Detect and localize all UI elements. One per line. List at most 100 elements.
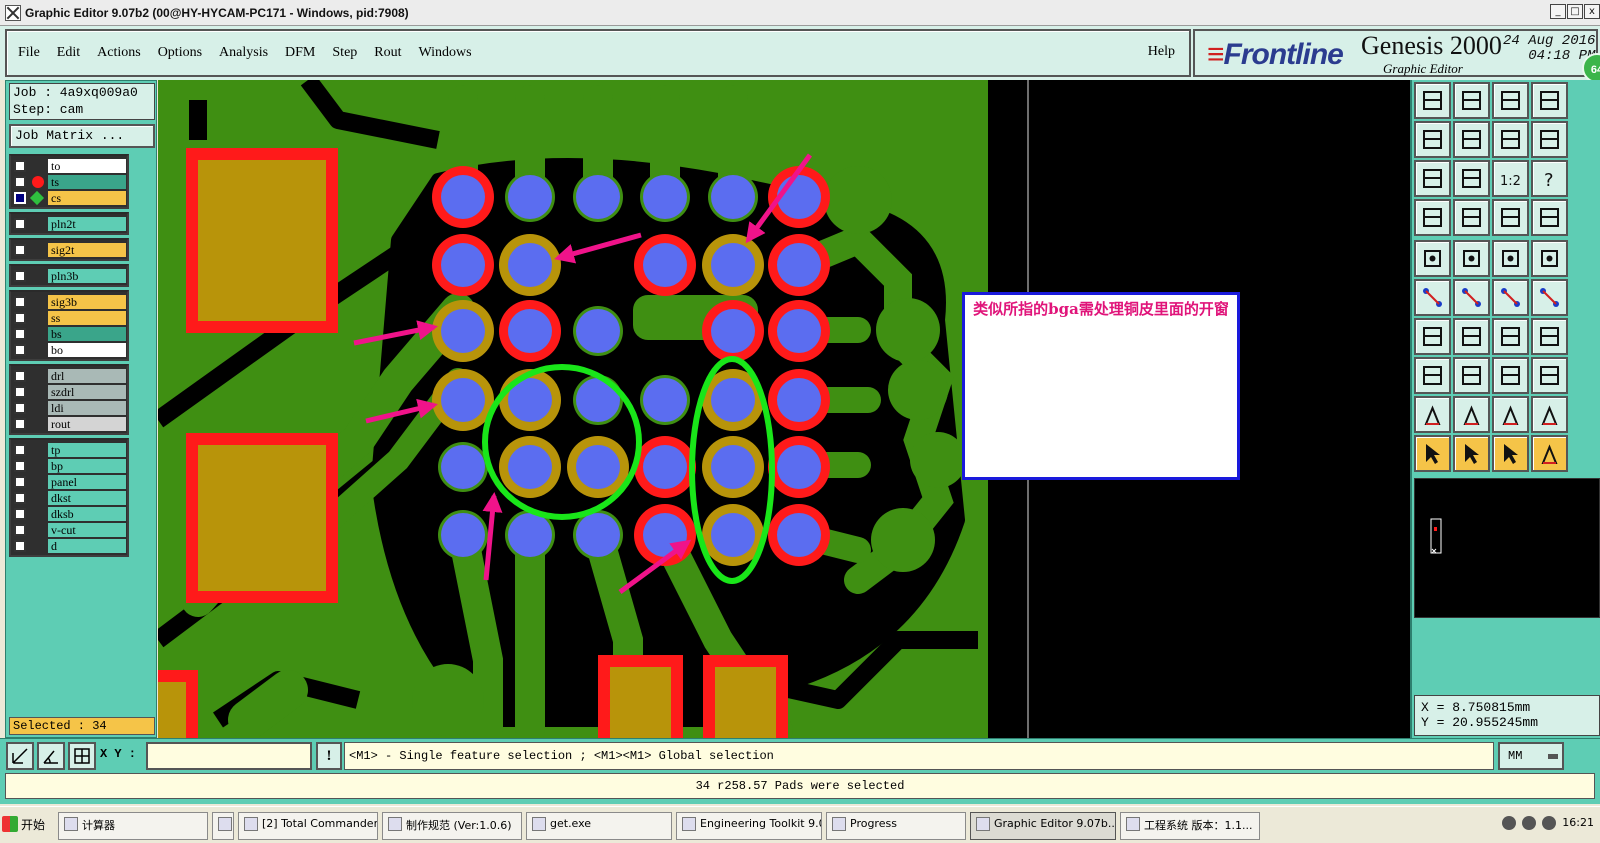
layer-name[interactable]: rout <box>48 416 126 431</box>
layer-name[interactable]: ldi <box>48 400 126 415</box>
layer-state[interactable] <box>30 217 48 231</box>
layer-checkbox[interactable] <box>14 217 26 230</box>
menu-file[interactable]: File <box>18 45 40 61</box>
taskbar-task[interactable]: Engineering Toolkit 9.0... <box>676 812 822 840</box>
layer-row-bp[interactable]: bp <box>12 458 126 473</box>
menu-rout[interactable]: Rout <box>374 45 401 61</box>
layer-state[interactable] <box>30 401 48 415</box>
line-tool-tool[interactable] <box>1492 279 1529 316</box>
panel-up-tool[interactable] <box>1414 82 1451 119</box>
close-button[interactable]: x <box>1584 4 1600 19</box>
layer-checkbox[interactable] <box>14 443 26 456</box>
layer-checkbox[interactable] <box>14 295 26 308</box>
layer-name[interactable]: v-cut <box>48 522 126 537</box>
layer-name[interactable]: sig3b <box>48 294 126 309</box>
layer-checkbox[interactable] <box>14 343 26 356</box>
taskbar-task[interactable] <box>212 812 234 840</box>
mirror-text-tool[interactable] <box>1531 318 1568 355</box>
layer-state[interactable] <box>30 159 48 173</box>
layer-name[interactable]: cs <box>48 190 126 205</box>
layer-checkbox[interactable] <box>14 523 26 536</box>
layer-row-ts[interactable]: ts <box>12 174 126 189</box>
alert-button[interactable]: ! <box>316 742 342 770</box>
layer-name[interactable]: pln3b <box>48 268 126 283</box>
layer-checkbox[interactable] <box>14 327 26 340</box>
grid-tool[interactable] <box>1453 199 1490 236</box>
layer-row-to[interactable]: to <box>12 158 126 173</box>
menu-dfm[interactable]: DFM <box>285 45 315 61</box>
panel-left-tool[interactable] <box>1414 121 1451 158</box>
layer-row-sig2t[interactable]: sig2t <box>12 242 126 257</box>
layer-row-tp[interactable]: tp <box>12 442 126 457</box>
grid-button[interactable] <box>68 742 96 770</box>
layer-state[interactable] <box>30 491 48 505</box>
layer-checkbox[interactable] <box>14 159 26 172</box>
layer-checkbox[interactable] <box>14 175 26 188</box>
layer-checkbox[interactable] <box>14 539 26 552</box>
layer-row-drl[interactable]: drl <box>12 368 126 383</box>
resize-tool[interactable] <box>1492 357 1529 394</box>
select-area-tool[interactable] <box>1453 240 1490 277</box>
layer-row-ldi[interactable]: ldi <box>12 400 126 415</box>
cross-node-tool[interactable] <box>1453 279 1490 316</box>
fill-tool[interactable] <box>1531 240 1568 277</box>
layer-name[interactable]: d <box>48 538 126 553</box>
layer-name[interactable]: pln2t <box>48 216 126 231</box>
layer-name[interactable]: ts <box>48 174 126 189</box>
node-connect-tool[interactable] <box>1414 279 1451 316</box>
tray-icon[interactable] <box>1522 816 1537 830</box>
minimize-button[interactable]: _ <box>1550 4 1566 19</box>
angle-line-tool[interactable] <box>1414 318 1451 355</box>
layer-row-panel[interactable]: panel <box>12 474 126 489</box>
layer-name[interactable]: ss <box>48 310 126 325</box>
layer-state[interactable] <box>30 295 48 309</box>
layer-state[interactable] <box>30 507 48 521</box>
layer-name[interactable]: to <box>48 158 126 173</box>
panel-right-tool[interactable] <box>1453 121 1490 158</box>
layer-row-pln3b[interactable]: pln3b <box>12 268 126 283</box>
taskbar-task[interactable]: 制作规范 (Ver:1.0.6) <box>382 812 522 840</box>
layer-state[interactable] <box>30 539 48 553</box>
triangle-red-tool[interactable] <box>1414 396 1451 433</box>
layer-row-sig3b[interactable]: sig3b <box>12 294 126 309</box>
stamp-tool[interactable] <box>1414 240 1451 277</box>
help-tool[interactable]: ? <box>1531 160 1568 197</box>
layer-name[interactable]: sig2t <box>48 242 126 257</box>
pointer-clip-tool[interactable] <box>1492 435 1529 472</box>
panel-down-tool[interactable] <box>1453 82 1490 119</box>
layer-checkbox[interactable] <box>14 491 26 504</box>
layer-state[interactable] <box>30 459 48 473</box>
taskbar-task[interactable]: 工程系统 版本：1.1... <box>1120 812 1260 840</box>
layer-state[interactable] <box>30 523 48 537</box>
angle-button[interactable] <box>37 742 65 770</box>
layer-state[interactable] <box>30 443 48 457</box>
xy-input[interactable] <box>146 742 312 770</box>
layer-name[interactable]: bo <box>48 342 126 357</box>
layer-state[interactable] <box>30 475 48 489</box>
menu-actions[interactable]: Actions <box>97 45 141 61</box>
layer-row-cs[interactable]: cs <box>12 190 126 205</box>
layer-checkbox[interactable] <box>14 311 26 324</box>
layer-name[interactable]: bp <box>48 458 126 473</box>
line-arc-tool[interactable] <box>1531 279 1568 316</box>
layer-row-rout[interactable]: rout <box>12 416 126 431</box>
minus-line-tool[interactable] <box>1453 357 1490 394</box>
layer-checkbox[interactable] <box>14 385 26 398</box>
tray-icon[interactable] <box>1502 816 1517 830</box>
layer-active-dot-icon[interactable] <box>30 175 48 189</box>
layer-name[interactable]: drl <box>48 368 126 383</box>
layer-name[interactable]: panel <box>48 474 126 489</box>
layer-row-dkst[interactable]: dkst <box>12 490 126 505</box>
layout-tool[interactable] <box>1531 82 1568 119</box>
layer-checkbox[interactable] <box>14 459 26 472</box>
job-matrix-button[interactable]: Job Matrix ... <box>9 124 155 148</box>
group-tool[interactable] <box>1531 357 1568 394</box>
pointer-tool[interactable] <box>1414 435 1451 472</box>
layer-checkbox[interactable] <box>14 417 26 430</box>
layer-row-v-cut[interactable]: v-cut <box>12 522 126 537</box>
layer-name[interactable]: bs <box>48 326 126 341</box>
layer-work-icon[interactable] <box>30 191 48 205</box>
layer-state[interactable] <box>30 327 48 341</box>
layer-checkbox[interactable] <box>14 191 26 204</box>
layer-name[interactable]: dksb <box>48 506 126 521</box>
